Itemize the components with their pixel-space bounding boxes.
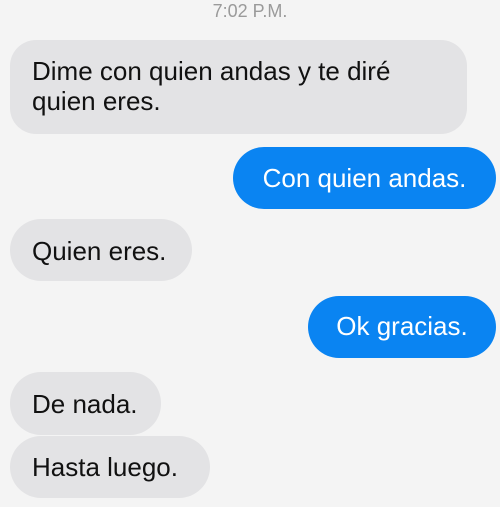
incoming-message-bubble[interactable]: Hasta luego. bbox=[10, 436, 210, 498]
message-text: Ok gracias. bbox=[336, 311, 468, 341]
message-text: Dime con quien andas y te diré quien ere… bbox=[32, 56, 391, 116]
outgoing-message-bubble[interactable]: Con quien andas. bbox=[233, 147, 496, 209]
message-text: Con quien andas. bbox=[262, 163, 467, 193]
message-text: De nada. bbox=[32, 389, 138, 419]
message-timestamp: 7:02 P.M. bbox=[212, 1, 288, 21]
incoming-message-bubble[interactable]: Quien eres. bbox=[10, 219, 192, 281]
message-text: Hasta luego. bbox=[32, 452, 178, 482]
incoming-message-bubble[interactable]: Dime con quien andas y te diré quien ere… bbox=[10, 40, 467, 134]
outgoing-message-bubble[interactable]: Ok gracias. bbox=[308, 296, 496, 358]
incoming-message-bubble[interactable]: De nada. bbox=[10, 372, 161, 435]
message-text: Quien eres. bbox=[32, 236, 167, 266]
